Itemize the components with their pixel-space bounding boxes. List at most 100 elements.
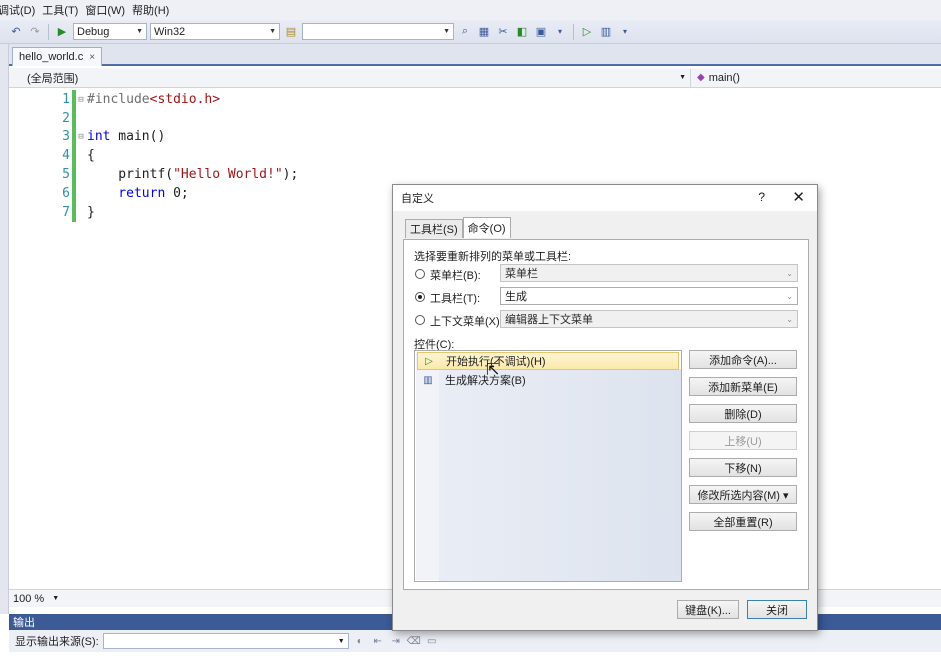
help-icon[interactable]: ? xyxy=(758,190,765,204)
context-menu-radio[interactable] xyxy=(415,315,425,325)
list-item[interactable]: ▷ 开始执行(不调试)(H) xyxy=(417,352,679,370)
build-solution-icon[interactable]: ▥ xyxy=(598,24,614,40)
zoom-level[interactable]: 100 % xyxy=(13,593,44,605)
solution-config-combo[interactable]: Debug ▼ xyxy=(73,23,147,40)
output-source-combo[interactable]: ▼ xyxy=(102,633,349,649)
solution-config-value: Debug xyxy=(77,25,110,38)
document-tab-row: hello_world.c × xyxy=(9,44,941,66)
start-debugging-icon[interactable]: ▶ xyxy=(54,24,70,40)
build-solution-icon: ▥ xyxy=(423,374,433,386)
toolbar-combo[interactable]: 生成 ⌄ xyxy=(500,287,798,305)
line-number: 1 xyxy=(62,92,70,107)
list-item-label: 生成解决方案(B) xyxy=(445,375,526,387)
code-text: 0; xyxy=(165,186,189,201)
close-button[interactable]: 关闭 xyxy=(747,600,807,619)
context-menu-combo-value: 编辑器上下文菜单 xyxy=(505,314,593,326)
code-line: 4 { xyxy=(9,146,95,165)
redo-icon[interactable]: ↷ xyxy=(27,24,43,40)
toolbar-options-icon[interactable]: ▾ xyxy=(617,24,633,40)
toolbar-combo-value: 生成 xyxy=(505,291,527,303)
tab-toolbars[interactable]: 工具栏(S) xyxy=(405,219,463,238)
solution-explorer-strip[interactable] xyxy=(0,44,9,614)
add-command-button[interactable]: 添加命令(A)... xyxy=(689,350,797,369)
code-text: ); xyxy=(282,167,299,182)
tools-icon[interactable]: ✂ xyxy=(495,24,511,40)
chevron-down-icon: ▼ xyxy=(269,28,276,35)
code-text: printf( xyxy=(87,167,174,182)
controls-list[interactable]: ▷ 开始执行(不调试)(H) ▥ 生成解决方案(B) xyxy=(414,350,682,582)
reset-all-button[interactable]: 全部重置(R) xyxy=(689,512,797,531)
chevron-down-icon: ▼ xyxy=(337,637,345,645)
menubar-combo[interactable]: 菜单栏 ⌄ xyxy=(500,264,798,282)
chevron-down-icon: ⌄ xyxy=(786,268,793,278)
keyword-token: int xyxy=(87,129,111,144)
word-wrap-icon[interactable]: ▭ xyxy=(425,634,439,648)
line-number: 5 xyxy=(62,167,70,182)
clear-all-icon[interactable]: ⌫ xyxy=(407,634,421,648)
code-text: { xyxy=(87,148,95,163)
properties-icon[interactable]: ▦ xyxy=(476,24,492,40)
scope-dropdown[interactable]: (全局范围) ▼ xyxy=(9,68,691,87)
modify-selection-button[interactable]: 修改所选内容(M) ▾ xyxy=(689,485,797,504)
previous-message-icon[interactable]: ⇤ xyxy=(371,634,385,648)
list-item[interactable]: ▥ 生成解决方案(B) xyxy=(417,371,679,389)
change-marker xyxy=(72,109,76,128)
member-dropdown[interactable]: ◆ main() xyxy=(691,69,941,87)
toolbar-radio[interactable] xyxy=(415,292,425,302)
chevron-down-icon[interactable]: ▼ xyxy=(52,595,59,602)
choose-label: 选择要重新排列的菜单或工具栏: xyxy=(414,251,572,263)
close-icon[interactable]: × xyxy=(89,52,95,63)
move-up-button[interactable]: 上移(U) xyxy=(689,431,797,450)
solution-platform-value: Win32 xyxy=(154,25,186,38)
output-source-label: 显示输出来源(S): xyxy=(15,636,99,648)
toolbar-separator xyxy=(573,23,574,40)
change-marker xyxy=(72,165,76,184)
menubar-radio[interactable] xyxy=(415,269,425,279)
code-text: main() xyxy=(110,129,166,144)
dialog-title: 自定义 xyxy=(401,193,434,205)
line-number: 4 xyxy=(62,148,70,163)
menu-help[interactable]: 帮助(H) xyxy=(132,2,176,18)
change-marker xyxy=(72,184,76,203)
fold-icon[interactable]: ⊟ xyxy=(76,95,86,105)
document-tab-label: hello_world.c xyxy=(19,51,84,63)
menu-tools[interactable]: 工具(T) xyxy=(42,2,85,18)
find-icon[interactable]: ⌕ xyxy=(457,24,473,40)
keyboard-button[interactable]: 键盘(K)... xyxy=(677,600,739,619)
object-browser-icon[interactable]: ◧ xyxy=(514,24,530,40)
delete-button[interactable]: 删除(D) xyxy=(689,404,797,423)
find-in-files-icon[interactable]: ▤ xyxy=(283,24,299,40)
preprocessor-token: #include xyxy=(87,92,150,107)
menu-bar: 调试(D) 工具(T) 窗口(W) 帮助(H) xyxy=(0,0,941,20)
find-combo[interactable]: ▼ xyxy=(302,23,454,40)
menubar-label: 菜单栏(B): xyxy=(430,270,481,282)
code-line: 6 return 0; xyxy=(9,184,189,203)
toolbar-separator xyxy=(48,23,49,40)
dialog-title-bar: 自定义 ? ✕ xyxy=(393,185,817,211)
move-down-button[interactable]: 下移(N) xyxy=(689,458,797,477)
mouse-cursor-icon: ⇱ xyxy=(486,362,500,379)
toolbox-icon[interactable]: ▣ xyxy=(533,24,549,40)
find-message-icon[interactable]: ◐ xyxy=(353,634,367,648)
solution-platform-combo[interactable]: Win32 ▼ xyxy=(150,23,280,40)
start-without-debugging-icon[interactable]: ▷ xyxy=(579,24,595,40)
menu-debug[interactable]: 调试(D) xyxy=(0,2,42,18)
close-icon[interactable]: ✕ xyxy=(792,188,805,206)
member-value: main() xyxy=(708,71,740,84)
line-number: 2 xyxy=(62,111,70,126)
menu-window[interactable]: 窗口(W) xyxy=(85,2,132,18)
tab-commands[interactable]: 命令(O) xyxy=(462,217,511,238)
dialog-tabs: 工具栏(S) 命令(O) xyxy=(405,217,511,238)
method-icon: ◆ xyxy=(697,72,705,83)
toolbar-options-icon[interactable]: ▾ xyxy=(552,24,568,40)
navigation-bar: (全局范围) ▼ ◆ main() xyxy=(9,68,941,88)
fold-icon[interactable]: ⊟ xyxy=(76,132,86,142)
add-new-menu-button[interactable]: 添加新菜单(E) xyxy=(689,377,797,396)
scope-value: (全局范围) xyxy=(27,72,79,85)
next-message-icon[interactable]: ⇥ xyxy=(389,634,403,648)
code-text: } xyxy=(87,205,95,220)
undo-icon[interactable]: ↶ xyxy=(8,24,24,40)
chevron-down-icon: ⌄ xyxy=(786,291,793,301)
context-menu-combo[interactable]: 编辑器上下文菜单 ⌄ xyxy=(500,310,798,328)
document-tab[interactable]: hello_world.c × xyxy=(12,47,103,66)
